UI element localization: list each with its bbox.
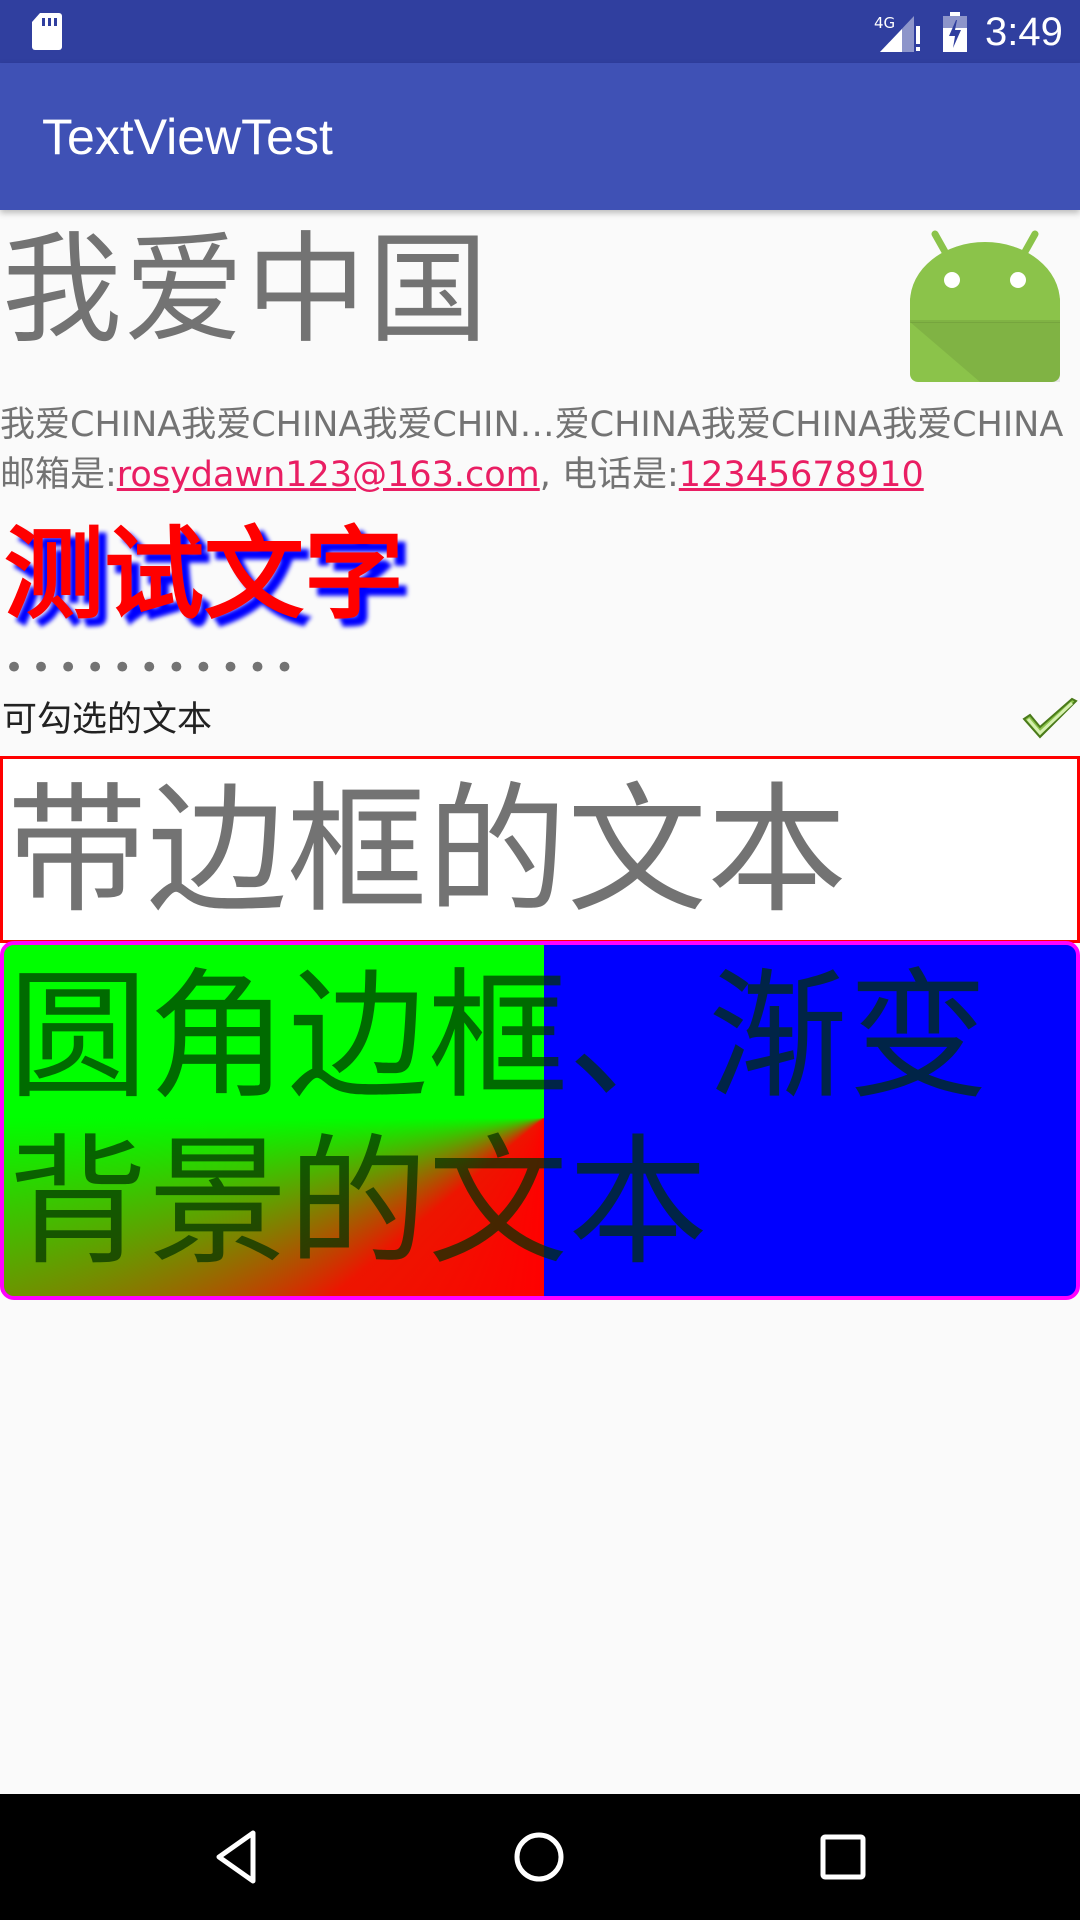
password-text: ••••••••••• [4,648,302,688]
gradient-text: 圆角边框、渐变背景的文本 [8,956,989,1285]
email-label: 邮箱是: [0,455,117,495]
home-icon[interactable] [509,1827,569,1887]
back-icon[interactable] [209,1827,269,1887]
marquee-text: 我爱CHINA我爱CHINA我爱CHIN…爱CHINA我爱CHINA我爱CHIN… [0,405,1064,445]
bordered-text-box: 带边框的文本 [0,756,1080,943]
phone-link[interactable]: 12345678910 [679,455,924,495]
recents-icon[interactable] [813,1827,873,1887]
signal-icon: 4G [874,14,920,52]
contact-line: 邮箱是:rosydawn123@163.com, 电话是:12345678910 [0,450,1080,500]
app-bar: TextViewTest [0,63,1080,210]
battery-icon [943,12,967,52]
navigation-bar [0,1794,1080,1920]
checked-text-view[interactable]: 可勾选的文本 [0,693,1080,749]
network-type-label: 4G [874,14,895,32]
status-bar: 4G 3:49 [0,0,1080,63]
checkmark-icon [1022,697,1078,739]
gradient-text-box: 圆角边框、渐变背景的文本 [0,941,1080,1300]
phone-label: , 电话是: [539,455,679,495]
app-title: TextViewTest [42,109,333,165]
email-link[interactable]: rosydawn123@163.com [117,455,540,495]
bordered-text: 带边框的文本 [7,770,848,933]
status-time: 3:49 [985,10,1063,54]
shadow-text: 测试文字 [4,516,404,633]
sd-card-icon [32,13,62,50]
checked-text-label: 可勾选的文本 [2,700,213,740]
big-heading-text: 我爱中国 [2,221,490,360]
android-logo-icon [910,230,1060,382]
